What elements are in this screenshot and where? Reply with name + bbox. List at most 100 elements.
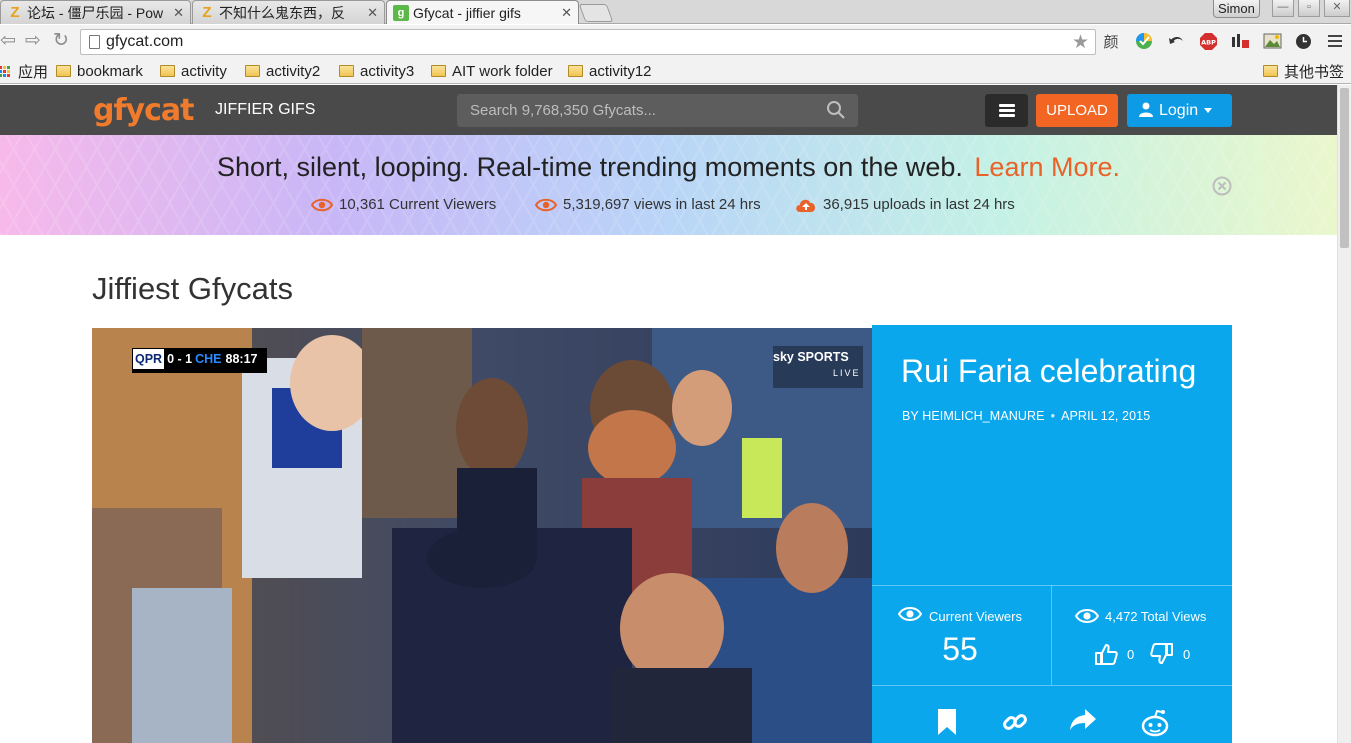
undo-ext-icon[interactable] xyxy=(1166,31,1186,51)
learn-more-link[interactable]: Learn More. xyxy=(974,152,1120,182)
reddit-icon[interactable] xyxy=(1140,709,1170,737)
views-stat: 5,319,697 views in last 24 hrs xyxy=(535,196,761,213)
current-viewers-count: 55 xyxy=(942,631,978,667)
stat-text: 5,319,697 views in last 24 hrs xyxy=(563,196,761,213)
hamburger-menu-icon[interactable] xyxy=(985,94,1028,127)
total-views: 4,472 Total Views xyxy=(1105,609,1207,624)
bookmark-folder[interactable]: activity12 xyxy=(568,61,652,81)
forward-icon[interactable]: ⇨ xyxy=(22,31,44,53)
reload-icon[interactable]: ↻ xyxy=(50,31,72,53)
profile-button[interactable]: Simon xyxy=(1213,0,1260,18)
share-icon[interactable] xyxy=(1070,709,1096,731)
score-value: 0 - 1 xyxy=(167,352,193,366)
gif-author[interactable]: BY HEIMLICH_MANURE xyxy=(902,409,1045,423)
close-banner-icon[interactable] xyxy=(1212,176,1232,196)
close-icon[interactable]: ✕ xyxy=(173,5,184,21)
gfycat-icon: g xyxy=(393,4,409,21)
bookmark-folder[interactable]: AIT work folder xyxy=(431,61,553,81)
tab-title: 不知什么鬼东西，反 xyxy=(219,4,345,21)
translate-ext-icon[interactable]: 颜 xyxy=(1101,31,1121,51)
image-ext-icon[interactable] xyxy=(1262,31,1282,51)
bookmark-label: 应用 xyxy=(18,63,49,81)
new-tab-button[interactable] xyxy=(578,4,614,22)
search-input[interactable] xyxy=(457,94,858,127)
close-icon[interactable]: ✕ xyxy=(561,5,572,21)
gif-title[interactable]: Rui Faria celebrating xyxy=(901,353,1196,390)
link-icon[interactable] xyxy=(1002,709,1028,735)
folder-icon xyxy=(431,65,446,77)
minimize-icon[interactable]: — xyxy=(1272,0,1294,17)
scrollbar-thumb[interactable] xyxy=(1340,88,1349,248)
bookmark-label: activity2 xyxy=(266,62,321,80)
dislike-button[interactable]: 0 xyxy=(1150,643,1190,665)
eye-icon xyxy=(535,198,557,211)
bookmarks-bar: 应用 bookmark activity activity2 activity3… xyxy=(0,58,1351,84)
page-icon xyxy=(89,35,100,49)
bookmark-label: activity xyxy=(181,62,227,80)
stats-ext-icon[interactable] xyxy=(1230,31,1250,51)
bookmark-apps[interactable]: 应用 xyxy=(0,61,48,81)
bookmark-icon[interactable] xyxy=(936,709,958,735)
tab-title: 论坛 - 僵尸乐园 - Pow xyxy=(27,4,164,21)
separator-dot: • xyxy=(1050,409,1056,423)
browser-tab[interactable]: Z 论坛 - 僵尸乐园 - Pow ✕ xyxy=(0,0,191,24)
browser-tab-active[interactable]: g Gfycat - jiffier gifs ✕ xyxy=(386,0,579,24)
login-button[interactable]: Login xyxy=(1127,94,1232,127)
like-count: 0 xyxy=(1127,646,1135,662)
eye-icon xyxy=(1075,609,1099,623)
url-text[interactable]: gfycat.com xyxy=(106,33,183,51)
bookmark-label: bookmark xyxy=(77,62,143,80)
folder-icon xyxy=(245,65,260,77)
eye-icon xyxy=(311,198,333,211)
window-close-icon[interactable]: ✕ xyxy=(1324,0,1350,17)
page-scrollbar[interactable] xyxy=(1337,85,1351,743)
bookmark-other[interactable]: 其他书签 xyxy=(1263,61,1344,81)
folder-icon xyxy=(1263,65,1278,77)
apps-grid-icon xyxy=(0,65,10,77)
chrome-menu-icon[interactable] xyxy=(1326,31,1346,51)
broadcaster-live: LIVE xyxy=(833,368,861,378)
search-box xyxy=(457,94,858,127)
bookmark-label: activity3 xyxy=(360,62,415,80)
z-icon: Z xyxy=(202,4,212,21)
bookmark-folder[interactable]: activity3 xyxy=(339,61,414,81)
divider xyxy=(872,585,1232,586)
eye-icon xyxy=(898,607,922,621)
browser-tabstrip: Z 论坛 - 僵尸乐园 - Pow ✕ Z 不知什么鬼东西，反 ✕ g Gfyc… xyxy=(0,0,1351,24)
bookmark-star-icon[interactable]: ★ xyxy=(1072,31,1089,54)
section-title: Jiffiest Gfycats xyxy=(92,271,293,306)
stat-text: 36,915 uploads in last 24 hrs xyxy=(823,196,1015,213)
promo-banner: Short, silent, looping. Real-time trendi… xyxy=(0,135,1337,235)
uploads-stat: 36,915 uploads in last 24 hrs xyxy=(795,196,1015,213)
clock-ext-icon[interactable] xyxy=(1293,31,1313,51)
dislike-count: 0 xyxy=(1183,646,1191,662)
upload-button[interactable]: UPLOAD xyxy=(1036,94,1118,127)
bookmark-label: activity12 xyxy=(589,62,652,80)
scoreboard: QPR 0 - 1 CHE 88:17 xyxy=(133,349,261,369)
login-label: Login xyxy=(1159,102,1199,119)
address-bar[interactable]: gfycat.com ★ xyxy=(80,29,1096,55)
thumbs-down-icon xyxy=(1150,643,1173,664)
bookmark-folder[interactable]: activity2 xyxy=(245,61,320,81)
z-icon: Z xyxy=(10,4,20,21)
stat-text: 10,361 Current Viewers xyxy=(339,196,497,213)
close-icon[interactable]: ✕ xyxy=(367,5,378,21)
like-button[interactable]: 0 xyxy=(1094,643,1134,665)
colorful-ext-icon[interactable] xyxy=(1134,31,1154,51)
bookmark-folder[interactable]: bookmark xyxy=(56,61,143,81)
divider xyxy=(872,685,1232,686)
bookmark-folder[interactable]: activity xyxy=(160,61,227,81)
back-icon[interactable]: ⇦ xyxy=(0,31,19,53)
gif-video[interactable]: QPR 0 - 1 CHE 88:17 sky SPORTS LIVE xyxy=(92,328,872,743)
thumbs-up-icon xyxy=(1095,644,1118,665)
maximize-icon[interactable]: ▫ xyxy=(1298,0,1320,17)
svg-text:ABP: ABP xyxy=(1201,38,1216,46)
current-viewers-label: Current Viewers xyxy=(929,609,1022,624)
gfycat-logo[interactable]: gfycat xyxy=(93,93,194,128)
search-icon[interactable] xyxy=(826,100,846,120)
bookmark-label: 其他书签 xyxy=(1284,63,1345,81)
adblock-icon[interactable]: ABP xyxy=(1198,31,1218,51)
browser-tab[interactable]: Z 不知什么鬼东西，反 ✕ xyxy=(192,0,385,24)
site-header: gfycat JIFFIER GIFS UPLOAD Login xyxy=(0,85,1337,135)
user-icon xyxy=(1139,102,1153,117)
